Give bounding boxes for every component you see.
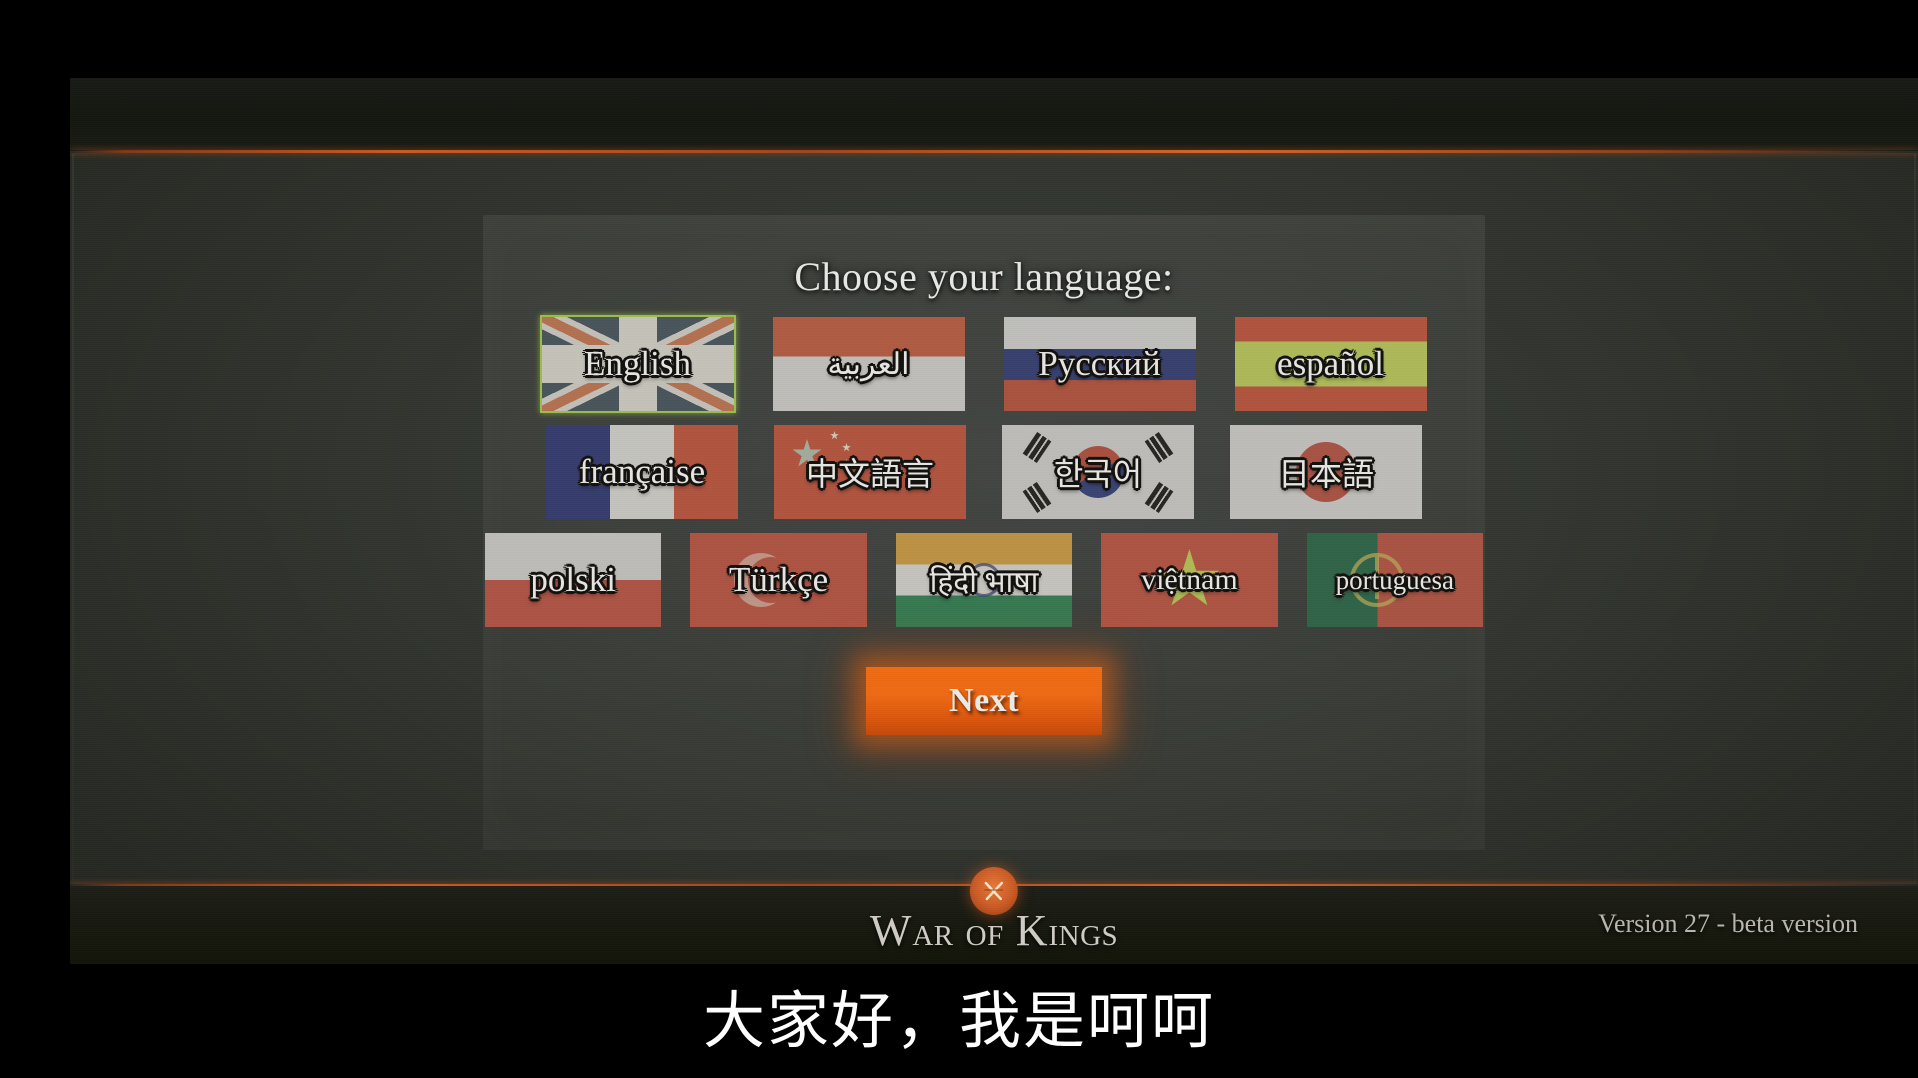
- language-button-label: polski: [530, 560, 616, 599]
- language-selection-panel: Choose your language: English العربية Ру: [483, 215, 1485, 850]
- top-frame-band: [70, 78, 1918, 151]
- language-row: English العربية Русский español: [483, 315, 1485, 413]
- language-button-label: portuguesa: [1335, 564, 1455, 595]
- panel-title: Choose your language:: [794, 254, 1174, 299]
- language-button-portuguese[interactable]: portuguesa: [1305, 531, 1485, 629]
- language-button-label: العربية: [827, 347, 910, 381]
- trigram-icon: [1022, 431, 1052, 464]
- brand-text-part-of: OF: [965, 920, 1004, 952]
- language-button-chinese[interactable]: 中文語言: [772, 423, 968, 521]
- language-button-vietnamese[interactable]: việtnam: [1099, 531, 1279, 629]
- video-subtitle: 大家好，我是呵呵: [702, 984, 1215, 1057]
- language-button-label: Türkçe: [729, 560, 829, 599]
- language-button-polish[interactable]: polski: [483, 531, 663, 629]
- language-button-label: 中文語言: [805, 455, 934, 493]
- trigram-icon: [1022, 481, 1052, 514]
- language-button-label: française: [578, 452, 706, 491]
- language-button-label: 한국어: [1053, 455, 1143, 493]
- next-button[interactable]: Next: [866, 667, 1102, 735]
- language-row: polski Türkçe हिंदी भाषा việtnam portugu…: [483, 531, 1485, 629]
- brand-text-part-w: W: [869, 906, 913, 955]
- trigram-icon: [1144, 481, 1174, 514]
- language-button-label: việtnam: [1141, 563, 1238, 596]
- language-button-spanish[interactable]: español: [1233, 315, 1429, 413]
- brand-logo: WAR OF KINGS: [869, 867, 1119, 956]
- language-row: française 中文語言 한국어 日本語: [483, 423, 1485, 521]
- left-stage-seam: [72, 154, 74, 884]
- brand-text-part-ar: AR: [912, 920, 954, 952]
- china-small-star-icon: [830, 431, 839, 440]
- language-button-french[interactable]: française: [544, 423, 740, 521]
- language-button-japanese[interactable]: 日本語: [1228, 423, 1424, 521]
- brand-text-part-k: K: [1015, 906, 1049, 955]
- language-button-russian[interactable]: Русский: [1002, 315, 1198, 413]
- language-button-hindi[interactable]: हिंदी भाषा: [894, 531, 1074, 629]
- language-button-label: español: [1277, 344, 1384, 383]
- language-button-arabic[interactable]: العربية: [771, 315, 967, 413]
- top-divider-rule: [70, 150, 1918, 153]
- game-viewport: Choose your language: English العربية Ру: [70, 78, 1918, 964]
- language-button-label: 日本語: [1277, 455, 1374, 493]
- version-label: Version 27 - beta version: [1598, 909, 1858, 938]
- language-button-turkish[interactable]: Türkçe: [688, 531, 868, 629]
- language-button-korean[interactable]: 한국어: [1000, 423, 1196, 521]
- language-flag-grid: English العربية Русский español français…: [483, 315, 1485, 639]
- language-button-label: English: [584, 344, 691, 383]
- language-button-label: हिंदी भाषा: [929, 565, 1039, 599]
- language-button-english[interactable]: English: [539, 315, 736, 413]
- trigram-icon: [1144, 431, 1174, 464]
- right-stage-seam: [1914, 154, 1916, 884]
- next-button-container: Next: [866, 667, 1102, 749]
- language-button-label: Русский: [1038, 344, 1161, 383]
- brand-text-part-ings: INGS: [1048, 920, 1119, 952]
- next-button-label: Next: [949, 682, 1019, 719]
- video-frame: Choose your language: English العربية Ру: [0, 0, 1918, 1078]
- crossed-swords-icon: [969, 867, 1018, 915]
